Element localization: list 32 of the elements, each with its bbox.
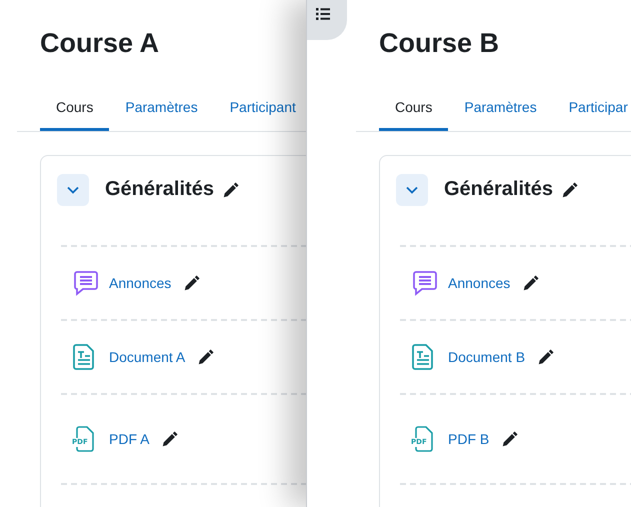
edit-icon[interactable] bbox=[161, 430, 180, 448]
tab[interactable]: Cours bbox=[379, 91, 448, 131]
tab[interactable]: Participant bbox=[214, 91, 306, 131]
edit-icon[interactable] bbox=[183, 274, 202, 292]
collapse-button[interactable] bbox=[396, 174, 428, 206]
section-title: Généralités bbox=[105, 178, 214, 201]
edit-icon[interactable] bbox=[522, 274, 540, 292]
course-title: Course A bbox=[40, 27, 160, 60]
edit-icon[interactable] bbox=[501, 430, 520, 448]
chat-icon bbox=[412, 270, 438, 296]
activity-link[interactable]: Annonces bbox=[109, 275, 172, 291]
tab[interactable]: Cours bbox=[40, 91, 110, 131]
list-icon bbox=[316, 8, 330, 20]
collapse-button[interactable] bbox=[57, 174, 89, 206]
edit-icon[interactable] bbox=[222, 180, 240, 198]
edit-icon[interactable] bbox=[197, 348, 216, 366]
tab[interactable]: Paramètres bbox=[109, 91, 214, 131]
chat-icon bbox=[73, 270, 99, 296]
drawer-toggle-button[interactable] bbox=[307, 0, 347, 40]
course-title: Course B bbox=[379, 27, 500, 60]
tab[interactable]: Paramètres bbox=[448, 91, 553, 131]
activity-link[interactable]: Document B bbox=[448, 349, 526, 365]
section-title: Généralités bbox=[444, 178, 553, 201]
activity-link[interactable]: PDF B bbox=[448, 431, 490, 447]
activity-link[interactable]: Document A bbox=[109, 349, 186, 365]
edit-icon[interactable] bbox=[537, 348, 556, 366]
document-icon bbox=[73, 344, 95, 370]
edit-icon[interactable] bbox=[560, 180, 579, 198]
document-icon bbox=[412, 344, 434, 370]
tab[interactable]: Participar bbox=[552, 91, 631, 131]
activity-link[interactable]: Annonces bbox=[448, 275, 510, 291]
activity-link[interactable]: PDF A bbox=[109, 431, 150, 447]
